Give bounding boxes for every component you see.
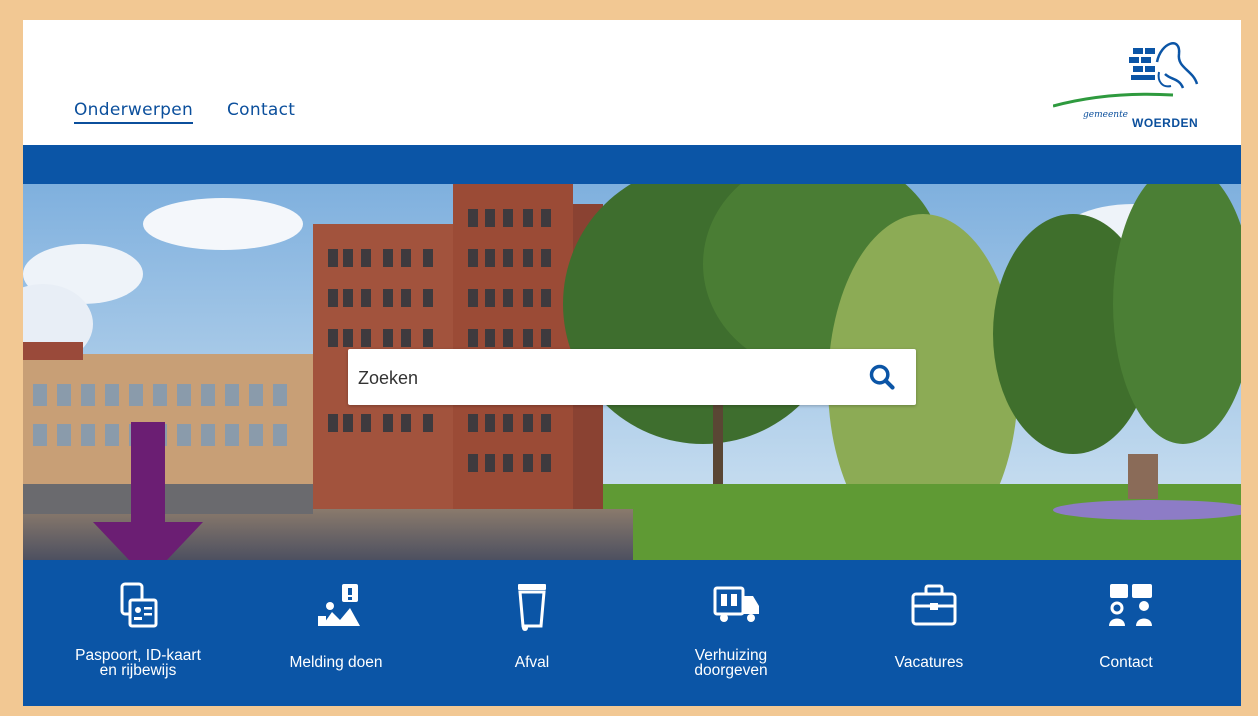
tile-label: Melding doen <box>289 654 383 671</box>
pointer-arrow <box>93 422 203 580</box>
trash-bin-icon <box>518 584 546 631</box>
tile-verhuizing[interactable]: Verhuizing doorgeven <box>631 560 831 706</box>
search-input[interactable] <box>356 359 860 397</box>
logo-woerden: WOERDEN <box>1132 116 1199 130</box>
quick-links: Paspoort, ID-kaart en rijbewijs Melding … <box>23 560 1241 706</box>
tile-label: Paspoort, ID-kaart en rijbewijs <box>75 647 201 679</box>
tile-paspoort[interactable]: Paspoort, ID-kaart en rijbewijs <box>38 560 238 706</box>
contact-icon <box>1109 584 1152 626</box>
tile-label: Verhuizing doorgeven <box>694 647 768 679</box>
tile-vacatures[interactable]: Vacatures <box>829 560 1029 706</box>
nav-contact[interactable]: Contact <box>227 100 295 120</box>
id-card-icon <box>120 582 158 628</box>
report-icon <box>318 584 360 626</box>
nav-onderwerpen[interactable]: Onderwerpen <box>74 100 194 124</box>
moving-truck-icon <box>713 586 759 622</box>
search-box <box>348 349 916 405</box>
tile-label: Contact <box>1099 654 1153 671</box>
tile-label: Afval <box>514 654 550 671</box>
search-icon[interactable] <box>868 363 896 391</box>
briefcase-icon <box>911 584 957 626</box>
page-frame: Onderwerpen Contact gemeente WOERDEN Zoe… <box>23 20 1241 706</box>
tile-label: Vacatures <box>894 654 964 671</box>
logo-gemeente: gemeente <box>1083 110 1129 120</box>
tile-afval[interactable]: Afval <box>432 560 632 706</box>
header-bar <box>23 145 1241 184</box>
site-header: Onderwerpen Contact gemeente WOERDEN <box>23 20 1241 145</box>
tile-melding[interactable]: Melding doen <box>236 560 436 706</box>
tile-contact[interactable]: Contact <box>1026 560 1226 706</box>
